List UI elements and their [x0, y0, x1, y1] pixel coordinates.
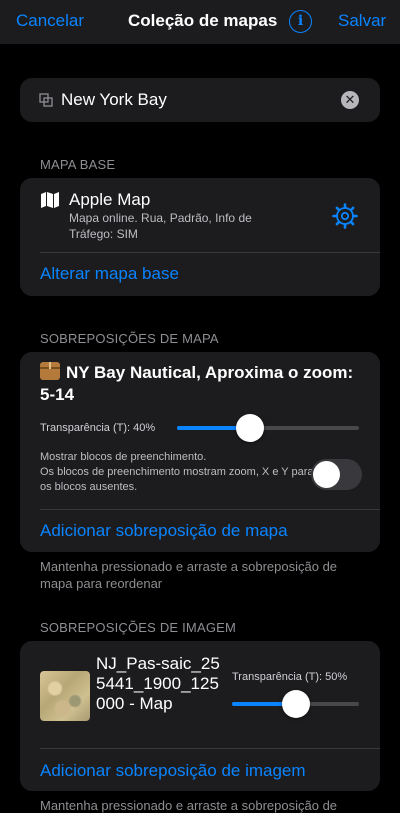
- fill-tiles-line-2: Os blocos de preenchimento mostram zoom,…: [40, 466, 314, 493]
- image-overlay-thumbnail[interactable]: [40, 671, 90, 721]
- divider: [40, 252, 380, 253]
- collection-name-value[interactable]: New York Bay: [61, 90, 167, 110]
- fill-tiles-line-1: Mostrar blocos de preenchimento.: [40, 451, 207, 463]
- base-map-name: Apple Map: [69, 190, 151, 209]
- base-map-description: Mapa online. Rua, Padrão, Info de Tráfeg…: [69, 211, 252, 241]
- cancel-button[interactable]: Cancelar: [16, 11, 84, 31]
- clear-icon[interactable]: ✕: [341, 91, 359, 109]
- divider: [40, 509, 380, 510]
- map-collection-screen: Cancelar Coleção de mapas i Salvar New Y…: [0, 0, 400, 813]
- navigation-bar: Cancelar Coleção de mapas i Salvar: [0, 0, 400, 44]
- image-overlays-footer: Mantenha pressionado e arraste a sobrepo…: [40, 798, 338, 813]
- fill-tiles-toggle[interactable]: [311, 459, 362, 490]
- change-base-map-link[interactable]: Alterar mapa base: [40, 264, 179, 284]
- image-overlay-transparency-label: Transparência (T): 50%: [232, 671, 348, 683]
- gear-icon[interactable]: [332, 203, 358, 229]
- add-image-overlay-link[interactable]: Adicionar sobreposição de imagem: [40, 761, 306, 781]
- image-overlays-card: NJ_Pas-saic_255441_1900_125000 - Map Tra…: [20, 641, 380, 791]
- layers-icon: [39, 93, 53, 107]
- base-map-card: Apple Map Mapa online. Rua, Padrão, Info…: [20, 178, 380, 296]
- image-overlay-transparency-slider[interactable]: [232, 690, 359, 718]
- collection-name-field[interactable]: New York Bay ✕: [20, 78, 380, 122]
- map-icon: [41, 192, 59, 208]
- map-overlays-footer: Mantenha pressionado e arraste a sobrepo…: [40, 559, 338, 591]
- slider-thumb[interactable]: [281, 690, 310, 718]
- map-overlay-title: NY Bay Nautical, Aproxima o zoom: 5-14: [40, 363, 354, 404]
- package-icon: [40, 362, 60, 380]
- slider-thumb[interactable]: [235, 414, 264, 442]
- map-overlay-transparency-label: Transparência (T): 40%: [40, 422, 156, 434]
- base-map-section-header: MAPA BASE: [40, 157, 116, 172]
- image-overlay-name[interactable]: NJ_Pas-saic_255441_1900_125000 - Map: [96, 654, 226, 714]
- fill-tiles-description: Mostrar blocos de preenchimento. Os bloc…: [40, 450, 315, 495]
- divider: [40, 748, 380, 749]
- save-button[interactable]: Salvar: [338, 11, 386, 31]
- map-overlay-transparency-slider[interactable]: [177, 414, 359, 442]
- map-overlays-section-header: SOBREPOSIÇÕES DE MAPA: [40, 331, 219, 346]
- map-overlay-item[interactable]: NY Bay Nautical, Aproxima o zoom: 5-14: [40, 362, 365, 406]
- add-map-overlay-link[interactable]: Adicionar sobreposição de mapa: [40, 521, 288, 541]
- map-overlays-card: NY Bay Nautical, Aproxima o zoom: 5-14 T…: [20, 352, 380, 552]
- page-title: Coleção de mapas: [128, 11, 278, 30]
- image-overlays-section-header: SOBREPOSIÇÕES DE IMAGEM: [40, 620, 237, 635]
- toggle-knob: [313, 461, 340, 488]
- info-icon[interactable]: i: [289, 10, 312, 33]
